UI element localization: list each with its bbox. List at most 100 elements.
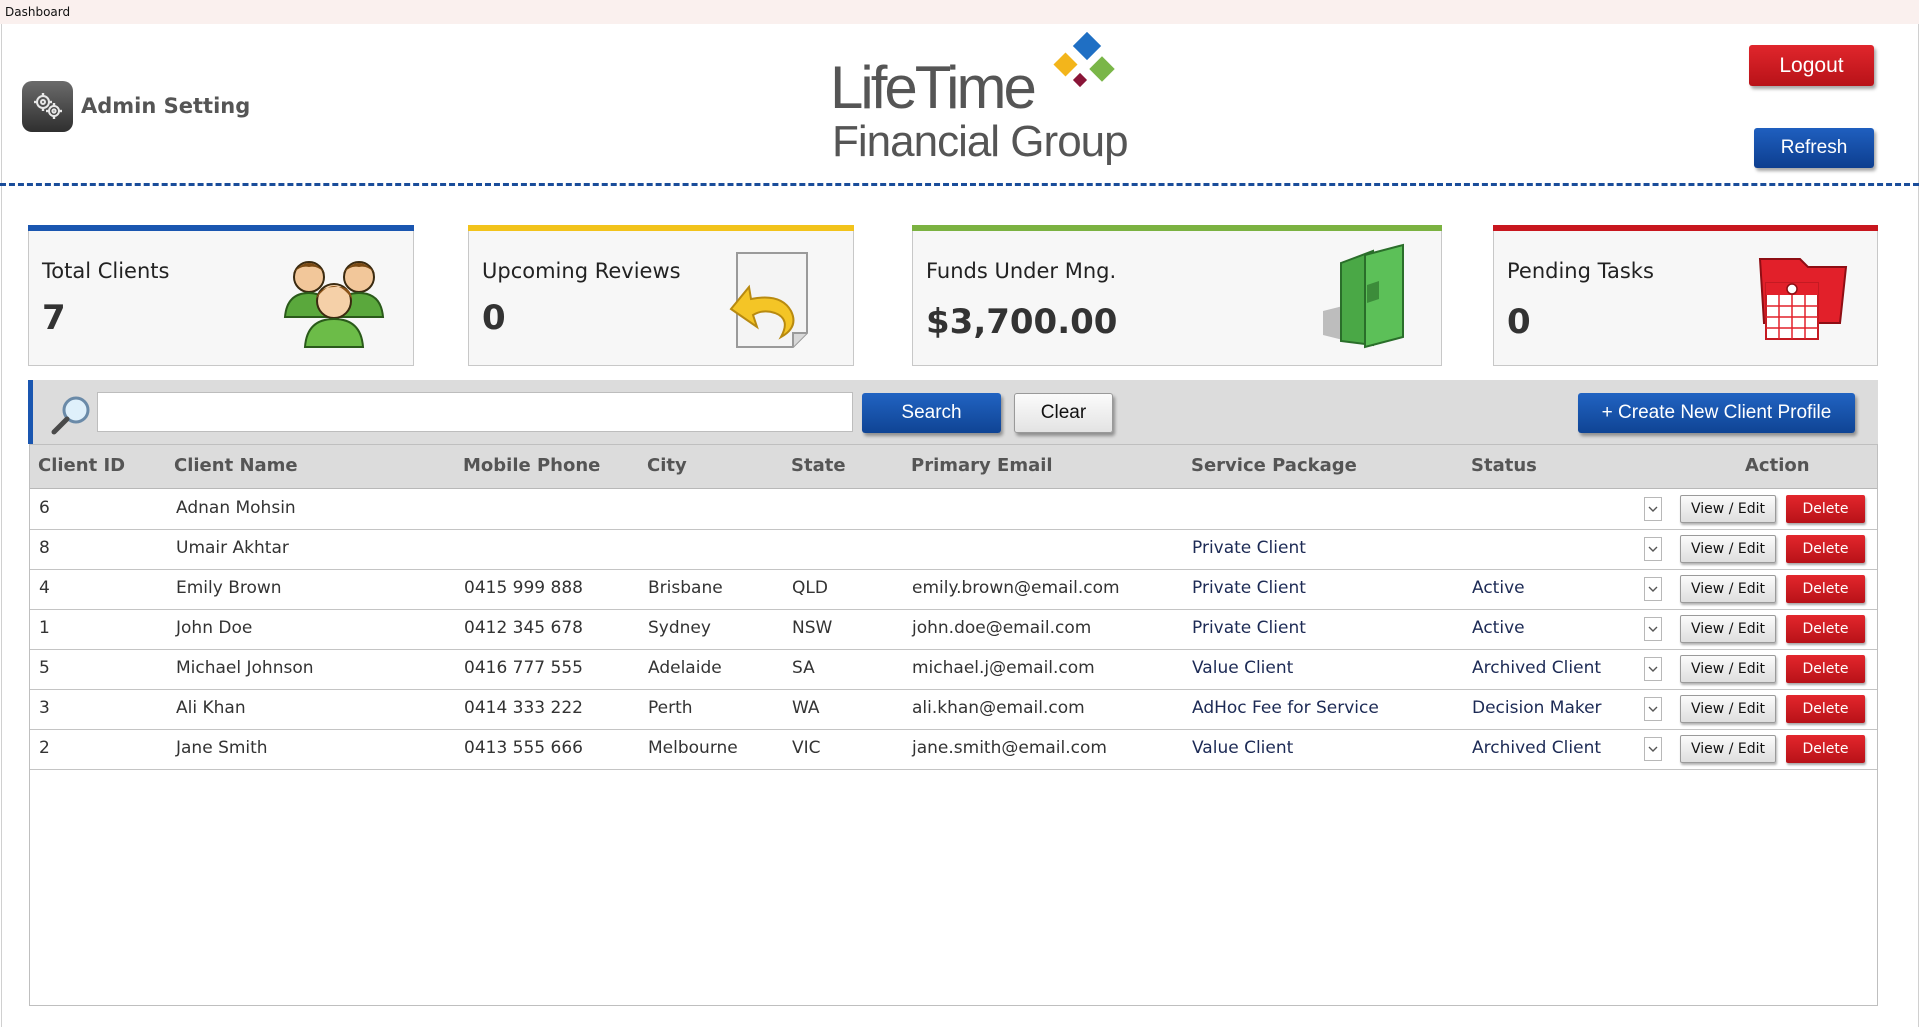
header-state: State [791, 455, 846, 476]
row-dropdown[interactable] [1644, 617, 1662, 641]
table-row[interactable]: 1 John Doe 0412 345 678 Sydney NSW john.doe@e… [30, 609, 1877, 650]
cell-client-name: Michael Johnson [176, 658, 314, 678]
header-mobile-phone: Mobile Phone [463, 455, 601, 476]
chevron-down-icon [1648, 626, 1658, 632]
row-dropdown[interactable] [1644, 537, 1662, 561]
search-button[interactable]: Search [862, 393, 1001, 433]
view-edit-button[interactable]: View / Edit [1680, 615, 1776, 643]
cell-service-package: Private Client [1192, 578, 1306, 598]
view-edit-button[interactable]: View / Edit [1680, 495, 1776, 523]
cell-service-package: Private Client [1192, 538, 1306, 558]
logout-button[interactable]: Logout [1749, 45, 1874, 86]
table-row[interactable]: 8 Umair Akhtar Private Client View / Edit De… [30, 529, 1877, 570]
cell-service-package: Value Client [1192, 658, 1294, 678]
logo-line-1: LifeTime [830, 54, 1037, 121]
cell-state: NSW [792, 618, 833, 638]
users-group-icon [283, 261, 385, 348]
header-city: City [647, 455, 687, 476]
cell-service-package: AdHoc Fee for Service [1192, 698, 1379, 718]
card-funds-under-management: Funds Under Mng. $3,700.00 [912, 225, 1442, 366]
delete-button[interactable]: Delete [1786, 655, 1865, 683]
cell-client-id: 6 [39, 498, 50, 518]
delete-button[interactable]: Delete [1786, 575, 1865, 603]
company-logo: LifeTime Financial Group [830, 32, 1130, 172]
view-edit-button[interactable]: View / Edit [1680, 735, 1776, 763]
cell-client-id: 2 [39, 738, 50, 758]
header-client-name: Client Name [174, 455, 298, 476]
table-row[interactable]: 5 Michael Johnson 0416 777 555 Adelaide SA mi… [30, 649, 1877, 690]
title-bar: Dashboard [0, 0, 1919, 24]
cell-mobile-phone: 0414 333 222 [464, 698, 583, 718]
logo-line-2: Financial Group [832, 117, 1129, 166]
table-header: Client ID Client Name Mobile Phone City … [30, 445, 1877, 489]
table-row[interactable]: 3 Ali Khan 0414 333 222 Perth WA ali.khan@ema… [30, 689, 1877, 730]
cell-status: Archived Client [1472, 738, 1602, 758]
search-input[interactable] [97, 392, 853, 432]
card-value: 0 [482, 298, 506, 338]
row-dropdown[interactable] [1644, 577, 1662, 601]
view-edit-button[interactable]: View / Edit [1680, 695, 1776, 723]
review-arrow-icon [729, 252, 808, 348]
card-pending-tasks: Pending Tasks 0 [1493, 225, 1878, 366]
card-title: Pending Tasks [1507, 259, 1654, 283]
cell-service-package: Private Client [1192, 618, 1306, 638]
cell-client-name: John Doe [176, 618, 253, 638]
header-divider [0, 183, 1919, 186]
cell-primary-email: jane.smith@email.com [912, 738, 1107, 758]
cell-mobile-phone: 0415 999 888 [464, 578, 583, 598]
cell-city: Perth [648, 698, 693, 718]
clients-table: Client ID Client Name Mobile Phone City … [29, 444, 1878, 1006]
card-upcoming-reviews: Upcoming Reviews 0 [468, 225, 854, 366]
cell-client-id: 1 [39, 618, 50, 638]
delete-button[interactable]: Delete [1786, 495, 1865, 523]
cell-status: Active [1472, 578, 1525, 598]
green-folder-icon [1323, 243, 1404, 349]
header-service-package: Service Package [1191, 455, 1357, 476]
table-row[interactable]: 6 Adnan Mohsin View / Edit Delete [30, 489, 1877, 530]
header-client-id: Client ID [38, 455, 126, 476]
cell-client-name: Umair Akhtar [176, 538, 289, 558]
calendar-task-icon [1758, 258, 1848, 340]
card-total-clients: Total Clients 7 [28, 225, 414, 366]
header-status: Status [1471, 455, 1537, 476]
cell-client-name: Ali Khan [176, 698, 246, 718]
card-title: Upcoming Reviews [482, 259, 681, 283]
delete-button[interactable]: Delete [1786, 615, 1865, 643]
table-row[interactable]: 2 Jane Smith 0413 555 666 Melbourne VIC jane.… [30, 729, 1877, 770]
cell-state: VIC [792, 738, 821, 758]
cell-client-name: Adnan Mohsin [176, 498, 296, 518]
logo-diamonds-icon [1053, 32, 1115, 88]
chevron-down-icon [1648, 546, 1658, 552]
admin-setting-button[interactable]: Admin Setting [22, 80, 250, 132]
view-edit-button[interactable]: View / Edit [1680, 655, 1776, 683]
row-dropdown[interactable] [1644, 497, 1662, 521]
delete-button[interactable]: Delete [1786, 535, 1865, 563]
cell-client-id: 4 [39, 578, 50, 598]
cell-state: QLD [792, 578, 828, 598]
cell-client-id: 5 [39, 658, 50, 678]
cell-city: Adelaide [648, 658, 722, 678]
magnifier-icon [51, 396, 90, 435]
admin-setting-label: Admin Setting [81, 94, 251, 118]
gear-icon [22, 80, 73, 132]
delete-button[interactable]: Delete [1786, 695, 1865, 723]
table-row[interactable]: 4 Emily Brown 0415 999 888 Brisbane QLD emily… [30, 569, 1877, 610]
cell-status: Decision Maker [1472, 698, 1602, 718]
card-title: Funds Under Mng. [926, 259, 1117, 283]
row-dropdown[interactable] [1644, 697, 1662, 721]
row-dropdown[interactable] [1644, 737, 1662, 761]
cell-status: Active [1472, 618, 1525, 638]
view-edit-button[interactable]: View / Edit [1680, 535, 1776, 563]
chevron-down-icon [1648, 506, 1658, 512]
refresh-button[interactable]: Refresh [1754, 128, 1874, 168]
view-edit-button[interactable]: View / Edit [1680, 575, 1776, 603]
card-value: $3,700.00 [926, 302, 1118, 342]
header-primary-email: Primary Email [911, 455, 1053, 476]
create-client-button[interactable]: + Create New Client Profile [1578, 393, 1855, 433]
row-dropdown[interactable] [1644, 657, 1662, 681]
clear-button[interactable]: Clear [1014, 393, 1113, 433]
card-value: 7 [42, 298, 66, 338]
chevron-down-icon [1648, 746, 1658, 752]
delete-button[interactable]: Delete [1786, 735, 1865, 763]
header-action: Action [1745, 455, 1810, 476]
